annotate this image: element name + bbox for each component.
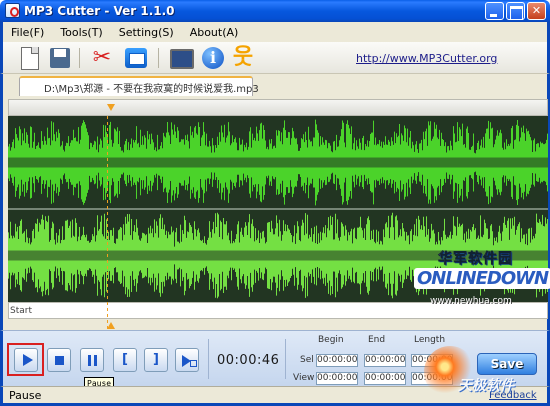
sel-end-field[interactable]: 00:00:00: [364, 354, 406, 367]
scissors-icon[interactable]: ✂: [89, 45, 115, 71]
play-button[interactable]: [14, 348, 38, 372]
maximize-button[interactable]: [506, 2, 525, 20]
running-man-icon[interactable]: 웃: [230, 45, 256, 71]
toolbar-separator: [79, 48, 80, 68]
close-button[interactable]: ✕: [527, 2, 546, 20]
menu-about[interactable]: About(A): [190, 26, 239, 39]
mark-begin-button[interactable]: [: [113, 348, 137, 372]
watermark-url: www.newhua.com: [430, 296, 512, 306]
new-file-icon[interactable]: [17, 45, 43, 71]
control-separator: [208, 339, 209, 379]
info-icon[interactable]: [200, 45, 226, 71]
menu-bar: File(F) Tools(T) Setting(S) About(A): [0, 22, 550, 42]
begin-header: Begin: [318, 335, 344, 345]
position-marker-bottom[interactable]: [107, 322, 115, 329]
status-text: Pause: [9, 389, 42, 402]
view-begin-field[interactable]: 00:00:00: [316, 372, 358, 385]
menu-tools[interactable]: Tools(T): [60, 26, 102, 39]
toolbar-separator: [158, 48, 159, 68]
toolbar: ✂ 웃 http://www.MP3Cutter.org: [0, 42, 550, 74]
play-selection-button[interactable]: [175, 348, 199, 372]
watermark-bottom: 天极软件: [458, 378, 514, 394]
website-link[interactable]: http://www.MP3Cutter.org: [356, 52, 497, 65]
watermark-cn: 华军软件园: [438, 251, 513, 268]
sel-begin-field[interactable]: 00:00:00: [316, 354, 358, 367]
file-tab-label: D:\Mp3\郑源 - 不要在我寂寞的时候说爱我.mp3: [44, 84, 259, 95]
waveform-center-band: [8, 157, 548, 168]
end-header: End: [368, 335, 386, 345]
view-row-label: View: [293, 373, 315, 383]
watermark-logo: 华军软件园 ONLINEDOWN www.newhua.com: [412, 248, 550, 316]
view-end-field[interactable]: 00:00:00: [364, 372, 406, 385]
window-title: MP3 Cutter - Ver 1.1.0: [24, 4, 175, 18]
minimize-button[interactable]: [485, 2, 504, 20]
menu-setting[interactable]: Setting(S): [119, 26, 174, 39]
menu-file[interactable]: File(F): [11, 26, 44, 39]
sel-row-label: Sel: [300, 355, 314, 365]
tab-strip: D:\Mp3\郑源 - 不要在我寂寞的时候说爱我.mp3: [0, 74, 550, 96]
save-icon[interactable]: [47, 45, 73, 71]
file-tab[interactable]: D:\Mp3\郑源 - 不要在我寂寞的时候说爱我.mp3: [19, 76, 259, 96]
title-bar[interactable]: MP3 Cutter - Ver 1.1.0 ✕: [0, 0, 550, 22]
position-marker-top[interactable]: [107, 104, 115, 111]
playhead-line[interactable]: [107, 116, 108, 330]
pause-button[interactable]: [80, 348, 104, 372]
top-ruler[interactable]: [8, 99, 548, 116]
mark-end-button[interactable]: ]: [144, 348, 168, 372]
app-icon: [5, 3, 20, 18]
control-separator: [285, 339, 286, 379]
save-button[interactable]: Save: [477, 353, 537, 375]
time-display: 00:00:46: [217, 353, 280, 368]
stop-button[interactable]: [47, 348, 71, 372]
screen-icon[interactable]: [167, 45, 194, 71]
email-icon[interactable]: [123, 45, 149, 71]
length-header: Length: [414, 335, 446, 345]
ruler-start-label: Start: [10, 306, 32, 316]
watermark-brand: ONLINEDOWN: [414, 268, 550, 289]
